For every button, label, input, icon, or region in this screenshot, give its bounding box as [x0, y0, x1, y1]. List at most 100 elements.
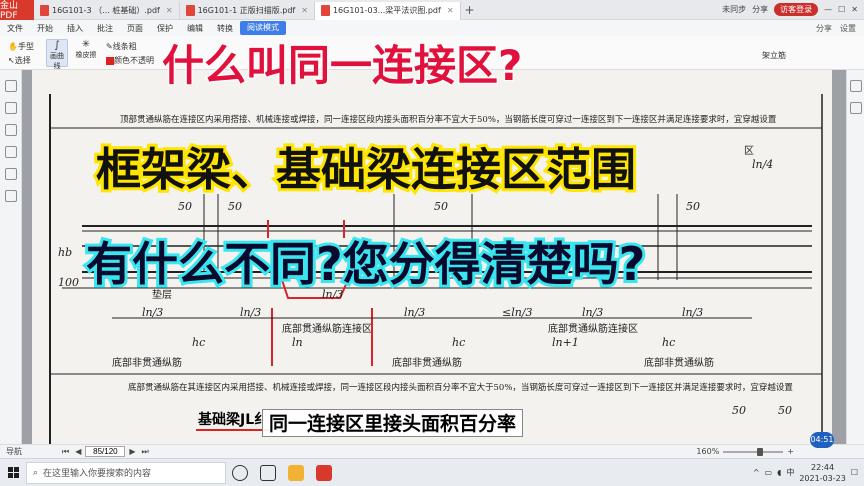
dim-ln3-3: ln/3 [404, 306, 425, 319]
volume-icon[interactable]: ◖ [777, 468, 781, 477]
zoom-in-icon[interactable]: + [787, 447, 794, 456]
dim-100: 100 [58, 276, 79, 289]
menu-settings[interactable]: 设置 [840, 23, 856, 34]
zoom-knob[interactable] [757, 447, 764, 456]
notification-icon[interactable]: ☐ [851, 468, 858, 477]
menu-insert[interactable]: 插入 [60, 23, 90, 34]
dim-50-1: 50 [178, 200, 192, 213]
eraser-icon: ✳ [81, 39, 91, 50]
tab-doc-1[interactable]: 16G101-3 （... 桩基础）.pdf ✕ [34, 1, 180, 20]
hand-tool-label: 手型 [17, 42, 34, 51]
dim-ln3-4: ln/3 [582, 306, 603, 319]
search-icon[interactable] [5, 190, 17, 202]
sync-status[interactable]: 未同步 [722, 4, 746, 15]
minimize-icon[interactable]: — [824, 5, 832, 14]
headline-question: 有什么不同?您分得清楚吗? [83, 234, 648, 294]
select-tool[interactable]: ↖选择 [8, 55, 31, 66]
tab-doc-3[interactable]: 16G101-03...梁平法识图.pdf ✕ [314, 1, 461, 20]
tab-label: 16G101-03...梁平法识图.pdf [332, 6, 441, 15]
hand-tool[interactable]: ✋手型 [8, 41, 34, 52]
properties-icon[interactable] [850, 80, 862, 92]
menu-page[interactable]: 页面 [120, 23, 150, 34]
app-badge[interactable]: 金山PDF [0, 0, 34, 21]
zoom-level[interactable]: 160% [696, 447, 719, 456]
window-controls: 未同步 分享 访客登录 — ☐ ✕ [722, 3, 864, 16]
bookmark-icon[interactable] [5, 80, 17, 92]
page-number-input[interactable] [85, 446, 126, 457]
nav-button[interactable]: 导航 [6, 446, 22, 457]
close-icon[interactable]: ✕ [447, 6, 454, 15]
new-tab-button[interactable]: + [461, 3, 479, 17]
eraser-tool[interactable]: ✳ 橡皮擦 [74, 39, 98, 67]
foundation-beam-label: 基础梁JL纟 [196, 409, 271, 431]
headline-title: 什么叫同一连接区? [161, 40, 523, 91]
start-button[interactable] [0, 459, 26, 486]
tools-icon[interactable] [850, 102, 862, 114]
headline-subtitle: 框架梁、基础梁连接区范围 [93, 140, 639, 199]
clock-date: 2021-03-23 [799, 473, 846, 483]
thumbnail-icon[interactable] [5, 102, 17, 114]
clock[interactable]: 22:44 2021-03-23 [799, 462, 846, 484]
menu-comment[interactable]: 批注 [90, 23, 120, 34]
tray-chevron-icon[interactable]: ^ [753, 468, 760, 477]
login-button[interactable]: 访客登录 [774, 3, 819, 16]
non-through-1: 底部非贯通纵筋 [112, 356, 182, 369]
last-page-icon[interactable]: ⏭ [142, 447, 149, 457]
close-icon[interactable]: ✕ [301, 6, 308, 15]
color-dropdown[interactable]: 颜色 [106, 55, 130, 66]
non-through-3: 底部非贯通纵筋 [644, 356, 714, 369]
ime-indicator[interactable]: 中 [786, 467, 794, 478]
dim-50-3: 50 [434, 200, 448, 213]
maximize-icon[interactable]: ☐ [838, 5, 845, 14]
top-note: 顶部贯通纵筋在连接区内采用搭接、机械连接或焊接，同一连接区段内接头面积百分率不宜… [120, 114, 777, 125]
dim-50-2: 50 [228, 200, 242, 213]
dim-le3: ≤ln/3 [502, 306, 533, 319]
dim-50-5: 50 [732, 404, 746, 417]
search-icon: ⌕ [33, 467, 39, 478]
dim-ln4: ln/4 [752, 158, 773, 171]
opacity-label: 不透明 [130, 56, 154, 65]
non-through-2: 底部非贯通纵筋 [392, 356, 462, 369]
right-sidebar [846, 70, 864, 444]
pdf-app-icon[interactable] [316, 464, 332, 481]
taskbar-search[interactable]: ⌕ 在这里输入你要搜索的内容 [26, 461, 226, 484]
network-icon[interactable]: ▭ [765, 468, 773, 477]
system-tray: ^ ▭ ◖ 中 22:44 2021-03-23 ☐ [753, 462, 864, 484]
line-thickness-label: 线条粗 [112, 42, 137, 51]
dim-hc-3: hc [662, 336, 675, 349]
color-label: 颜色 [114, 56, 130, 65]
draw-curve-tool[interactable]: ∫ 画曲线 [46, 39, 68, 70]
tab-label: 16G101-1 正版扫描版.pdf [197, 6, 296, 15]
layers-icon[interactable] [5, 168, 17, 180]
pdf-file-icon [320, 5, 330, 16]
menu-file[interactable]: 文件 [0, 23, 30, 34]
first-page-icon[interactable]: ⏮ [62, 447, 69, 457]
left-sidebar [0, 70, 22, 444]
eraser-label: 橡皮擦 [75, 51, 97, 59]
status-bar: 导航 ⏮ ◀ ▶ ⏭ 160% + [0, 444, 864, 458]
prev-page-icon[interactable]: ◀ [75, 447, 81, 456]
share-button[interactable]: 分享 [752, 4, 768, 15]
opacity-dropdown[interactable]: 不透明 [130, 55, 154, 66]
menu-right: 分享 设置 [816, 23, 864, 34]
select-tool-label: 选择 [14, 56, 31, 65]
cortana-icon[interactable] [232, 464, 248, 481]
line-thickness-dropdown[interactable]: ✎线条粗 [106, 41, 137, 52]
tab-doc-2[interactable]: 16G101-1 正版扫描版.pdf ✕ [180, 1, 315, 20]
windows-taskbar: ⌕ 在这里输入你要搜索的内容 ^ ▭ ◖ 中 22:44 2021-03-23 … [0, 458, 864, 486]
dim-ln3-5: ln/3 [682, 306, 703, 319]
menu-start[interactable]: 开始 [30, 23, 60, 34]
close-icon[interactable]: ✕ [166, 6, 173, 15]
dim-hc-2: hc [452, 336, 465, 349]
dim-ln1: ln+1 [552, 336, 579, 349]
close-window-icon[interactable]: ✕ [851, 5, 858, 14]
file-explorer-icon[interactable] [288, 464, 304, 481]
dim-hb: hb [58, 246, 72, 259]
menu-share[interactable]: 分享 [816, 23, 832, 34]
comment-icon[interactable] [5, 124, 17, 136]
zoom-slider[interactable] [723, 447, 784, 456]
attachment-icon[interactable] [5, 146, 17, 158]
next-page-icon[interactable]: ▶ [129, 447, 135, 456]
tab-label: 16G101-3 （... 桩基础）.pdf [52, 6, 160, 15]
task-view-icon[interactable] [260, 464, 276, 481]
